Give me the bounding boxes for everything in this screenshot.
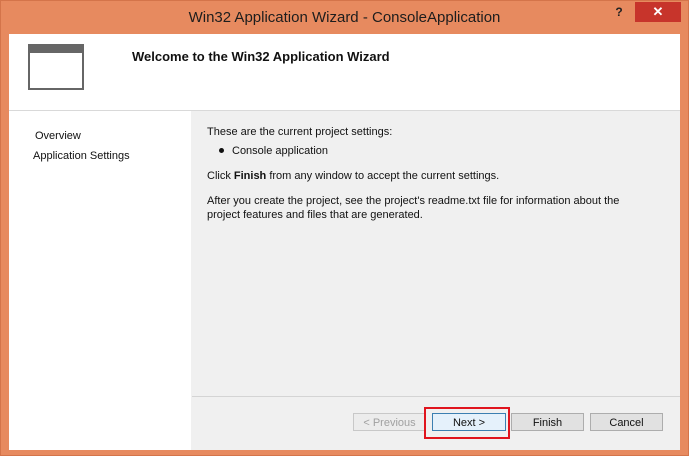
finish-button[interactable]: Finish	[511, 413, 584, 431]
settings-intro: These are the current project settings:	[207, 126, 393, 138]
finish-bold: Finish	[233, 170, 267, 182]
page-title: Welcome to the Win32 Application Wizard	[132, 49, 390, 64]
wizard-header: Welcome to the Win32 Application Wizard	[9, 34, 680, 111]
nav-item-overview[interactable]: Overview	[35, 130, 81, 142]
settings-bullet: Console application	[232, 145, 329, 157]
cancel-button[interactable]: Cancel	[590, 413, 663, 431]
finish-suffix: from any window to accept the current se…	[266, 170, 500, 182]
next-button[interactable]: Next >	[432, 413, 506, 431]
help-button[interactable]: ?	[607, 3, 631, 21]
footer-divider	[192, 396, 680, 397]
window-icon-bar	[30, 46, 82, 53]
close-button[interactable]: ✕	[635, 2, 681, 22]
readme-note: After you create the project, see the pr…	[207, 195, 620, 221]
bullet-icon	[219, 148, 224, 153]
previous-button[interactable]: < Previous	[353, 413, 426, 431]
title-bar[interactable]: Win32 Application Wizard - ConsoleApplic…	[1, 1, 688, 34]
wizard-client-area: Welcome to the Win32 Application Wizard …	[9, 34, 680, 450]
wizard-content: These are the current project settings: …	[192, 111, 680, 399]
window-title: Win32 Application Wizard - ConsoleApplic…	[188, 9, 501, 26]
window-icon	[28, 44, 84, 90]
finish-prefix: Click	[207, 170, 234, 182]
nav-item-application-settings[interactable]: Application Settings	[33, 150, 130, 162]
wizard-window: Win32 Application Wizard - ConsoleApplic…	[0, 0, 689, 456]
finish-instructions: Click Finish from any window to accept t…	[207, 169, 499, 183]
wizard-nav: Overview Application Settings	[9, 111, 191, 450]
